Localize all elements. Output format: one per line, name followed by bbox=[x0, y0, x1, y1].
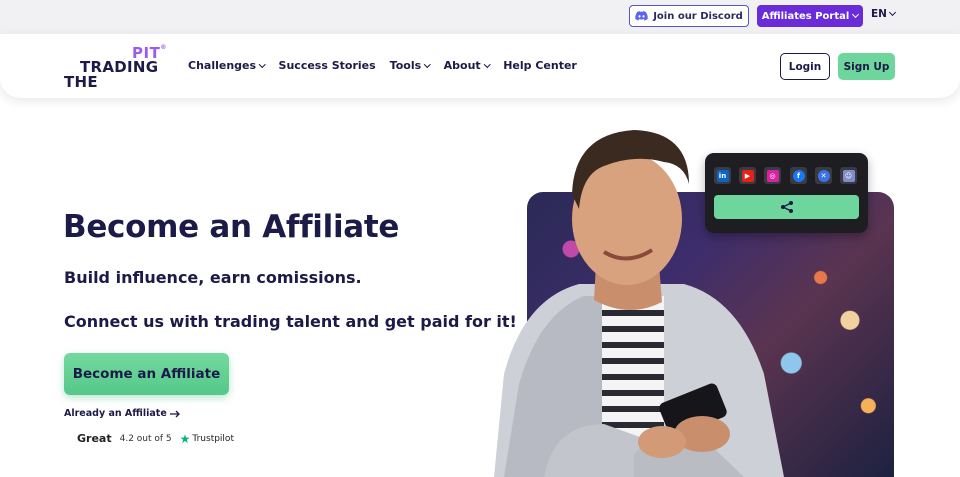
x-icon[interactable]: ✕ bbox=[815, 167, 832, 184]
already-affiliate-label: Already an Affiliate bbox=[64, 408, 167, 419]
nav-item-about[interactable]: About bbox=[443, 59, 491, 72]
instagram-icon[interactable]: ◎ bbox=[764, 167, 781, 184]
trustpilot-logo: ★ Trustpilot bbox=[180, 433, 234, 445]
affiliates-portal-label: Affiliates Portal bbox=[761, 10, 850, 22]
facebook-icon[interactable]: f bbox=[790, 167, 807, 184]
arrow-right-icon bbox=[169, 410, 180, 417]
language-label: EN bbox=[871, 8, 887, 20]
nav-menu: Challenges Success Stories Tools About H… bbox=[188, 59, 577, 72]
share-button[interactable] bbox=[714, 195, 859, 219]
nav-item-challenges[interactable]: Challenges bbox=[188, 59, 266, 72]
affiliates-portal-button[interactable]: Affiliates Portal bbox=[757, 5, 863, 27]
nav-item-success-stories[interactable]: Success Stories bbox=[279, 59, 376, 72]
youtube-icon[interactable]: ▶ bbox=[739, 167, 756, 184]
chevron-down-icon bbox=[424, 60, 431, 68]
nav-item-label: Tools bbox=[389, 59, 422, 72]
chevron-down-icon bbox=[483, 60, 491, 68]
login-button[interactable]: Login bbox=[780, 53, 830, 80]
join-discord-label: Join our Discord bbox=[653, 10, 743, 22]
logo-the: THE bbox=[64, 73, 98, 91]
hero-tagline: Connect us with trading talent and get p… bbox=[64, 312, 517, 331]
social-share-card: in ▶ ◎ f ✕ ☺ bbox=[705, 153, 868, 233]
signup-button[interactable]: Sign Up bbox=[838, 53, 895, 80]
star-icon: ★ bbox=[179, 431, 191, 446]
hero-title: Become an Affiliate bbox=[63, 209, 400, 245]
discord-icon[interactable]: ☺ bbox=[840, 167, 857, 184]
trustpilot-rating[interactable]: Great 4.2 out of 5 ★ Trustpilot bbox=[77, 432, 234, 445]
chevron-down-icon bbox=[259, 60, 266, 68]
already-affiliate-link[interactable]: Already an Affiliate bbox=[64, 408, 181, 419]
nav-item-label: Success Stories bbox=[278, 59, 376, 72]
chevron-down-icon bbox=[888, 8, 897, 17]
linkedin-icon[interactable]: in bbox=[714, 167, 731, 184]
join-discord-button[interactable]: Join our Discord bbox=[629, 5, 749, 27]
nav-item-label: Help Center bbox=[503, 59, 577, 72]
main-navigation: PIT® TRADING THE Challenges Success Stor… bbox=[0, 34, 960, 98]
nav-item-label: About bbox=[443, 59, 481, 72]
discord-icon bbox=[635, 11, 648, 21]
hero-subtitle: Build influence, earn comissions. bbox=[64, 268, 362, 287]
the-trading-pit-logo[interactable]: PIT® TRADING THE bbox=[64, 44, 166, 91]
nav-item-help-center[interactable]: Help Center bbox=[503, 59, 577, 72]
nav-item-tools[interactable]: Tools bbox=[389, 59, 431, 72]
share-icon bbox=[780, 201, 793, 213]
utility-bar: Join our Discord Affiliates Portal EN bbox=[0, 0, 960, 34]
trust-score: 4.2 out of 5 bbox=[119, 433, 172, 444]
nav-item-label: Challenges bbox=[188, 59, 257, 72]
become-affiliate-button[interactable]: Become an Affiliate bbox=[64, 353, 229, 395]
trustpilot-brand: Trustpilot bbox=[192, 433, 234, 444]
language-selector[interactable]: EN bbox=[871, 8, 897, 20]
trust-rating-word: Great bbox=[77, 432, 112, 445]
chevron-down-icon bbox=[852, 10, 860, 19]
